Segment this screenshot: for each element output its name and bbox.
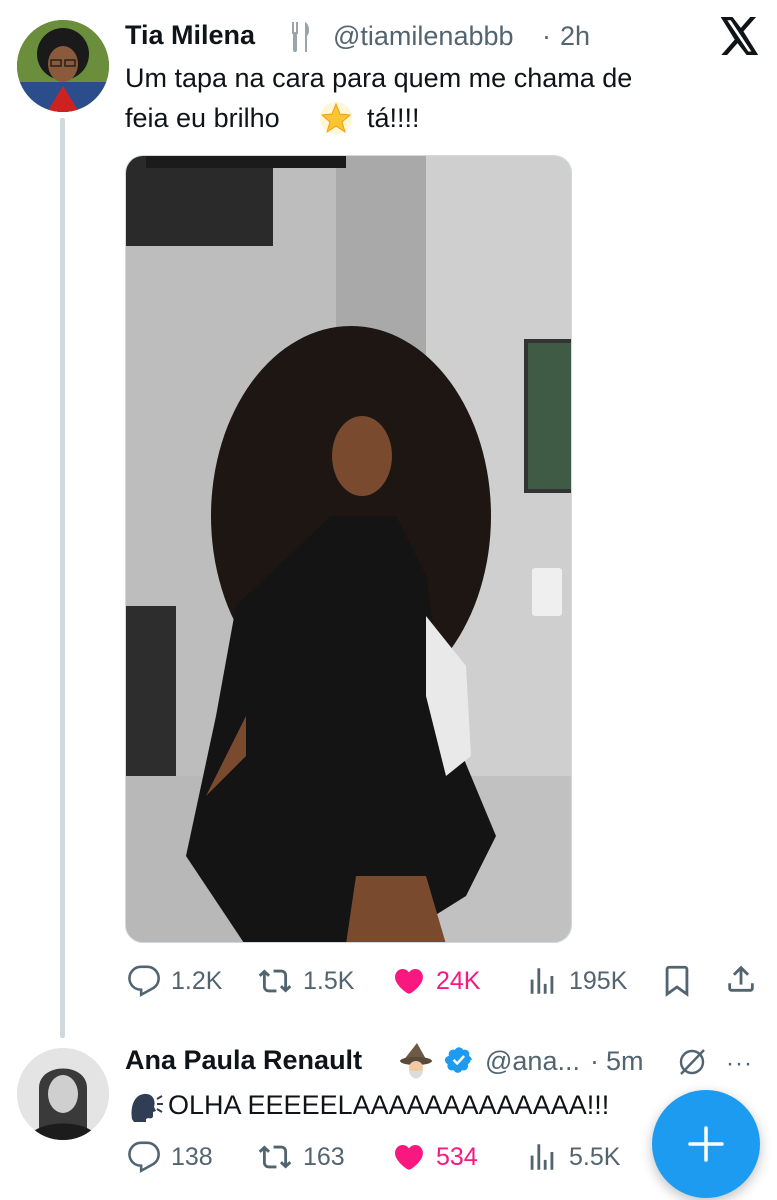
glowing-star-icon: [318, 100, 354, 141]
reply-view-count: 5.5K: [569, 1142, 621, 1171]
wizard-icon: [397, 1041, 435, 1086]
author-avatar[interactable]: [17, 20, 109, 112]
verified-icon: [444, 1045, 474, 1080]
reply-avatar-image: [17, 1048, 109, 1140]
reply-handle-separator: ·: [590, 1046, 599, 1076]
views-icon: [530, 968, 554, 994]
heart-icon: [395, 968, 423, 994]
views-icon: [530, 1144, 554, 1170]
tweet-text-line2: feia eu brilho: [125, 103, 280, 133]
tweet-media-photo[interactable]: [125, 155, 572, 943]
author-handle[interactable]: @tiamilenabbb: [333, 21, 514, 52]
reply-like-button[interactable]: 534: [392, 1140, 478, 1174]
reply-like-count: 534: [436, 1142, 478, 1171]
reply-retweet-button[interactable]: 163: [257, 1140, 345, 1174]
author-name[interactable]: Tia Milena: [125, 20, 255, 51]
x-logo-icon[interactable]: [720, 17, 760, 55]
tweet-text-line2-end: tá!!!!: [367, 103, 420, 133]
retweet-icon: [258, 1145, 292, 1169]
reply-button[interactable]: 1.2K: [127, 964, 222, 998]
tweet-text-line1: Um tapa na cara para quem me chama de: [125, 63, 633, 93]
retweet-button[interactable]: 1.5K: [257, 964, 354, 998]
like-count: 24K: [436, 966, 481, 995]
avatar-image: [17, 20, 109, 112]
retweet-count: 1.5K: [303, 966, 355, 995]
compose-button[interactable]: [652, 1090, 760, 1198]
heart-icon: [395, 1144, 423, 1170]
thread-connector: [60, 118, 65, 1038]
more-options-button[interactable]: ···: [726, 1050, 753, 1078]
like-button[interactable]: 24K: [392, 964, 480, 998]
retweet-icon: [258, 969, 292, 993]
reply-text: OLHA EEEEELAAAAAAAAAAAAA!!!: [168, 1090, 610, 1120]
plus-icon: [688, 1126, 724, 1162]
speaking-head-icon: [126, 1089, 164, 1128]
reply-views-button[interactable]: 5.5K: [525, 1140, 620, 1174]
reply-time[interactable]: 5m: [606, 1046, 644, 1077]
views-button[interactable]: 195K: [525, 964, 627, 998]
reply-reply-button[interactable]: 138: [127, 1140, 213, 1174]
reply-icon: [128, 965, 160, 997]
reply-count: 1.2K: [171, 966, 223, 995]
reply-author-handle[interactable]: @ana...: [485, 1046, 580, 1077]
fork-knife-icon: [288, 20, 314, 59]
handle-separator: ·: [542, 21, 551, 51]
reply-author-name[interactable]: Ana Paula Renault: [125, 1045, 362, 1076]
reply-author-avatar[interactable]: [17, 1048, 109, 1140]
photo-image: [126, 156, 571, 942]
reply-icon: [128, 1141, 160, 1173]
reply-retweet-count: 163: [303, 1142, 345, 1171]
bookmark-icon[interactable]: [660, 963, 694, 997]
view-count: 195K: [569, 966, 628, 995]
grok-icon[interactable]: [676, 1046, 708, 1078]
share-icon[interactable]: [724, 962, 758, 996]
reply-reply-count: 138: [171, 1142, 213, 1171]
tweet-time[interactable]: 2h: [560, 21, 590, 52]
